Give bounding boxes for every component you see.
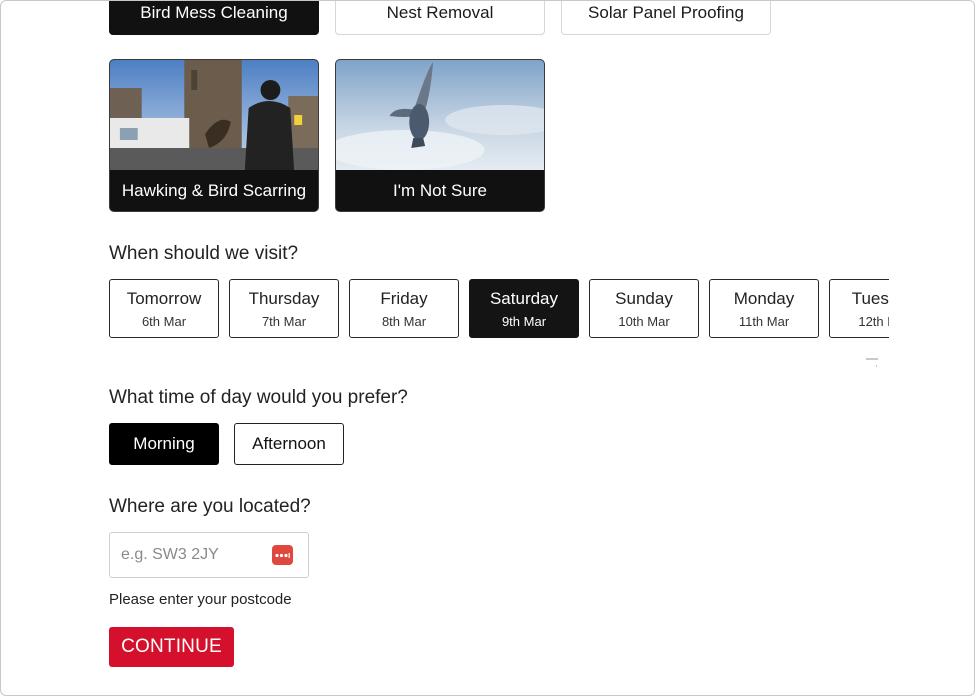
time-heading: What time of day would you prefer? (109, 387, 408, 408)
date-track: Tomorrow 6th Mar Thursday 7th Mar Friday 8th … (109, 279, 889, 338)
service-hawking-label: Hawking & Bird Scarring (110, 170, 318, 211)
date-option-sunday[interactable]: Sunday 10th Mar (589, 279, 699, 338)
page-frame: Bird Mess Cleaning Nest Removal Solar Pa… (0, 0, 975, 696)
date-date-label: 10th Mar (618, 313, 670, 329)
date-day-label: Monday (733, 288, 795, 308)
continue-button[interactable]: CONTINUE (109, 627, 234, 667)
date-date-label: 8th Mar (381, 313, 427, 329)
service-solar-panel-proofing[interactable]: Solar Panel Proofing (561, 1, 771, 35)
date-date-label: 7th Mar (261, 313, 307, 329)
service-not-sure-tile[interactable]: I'm Not Sure (335, 59, 545, 212)
date-day-label: Friday (380, 288, 428, 308)
date-picker-scroller[interactable]: Tomorrow 6th Mar Thursday 7th Mar Friday 8th … (109, 279, 889, 339)
date-date-label: 6th Mar (141, 313, 187, 329)
service-bird-mess-cleaning[interactable]: Bird Mess Cleaning (109, 1, 319, 35)
location-heading: Where are you located? (109, 496, 311, 517)
service-not-sure-label: I'm Not Sure (336, 170, 544, 211)
date-date-label: 11th Mar (738, 313, 790, 329)
service-hawking-tile[interactable]: Hawking & Bird Scarring (109, 59, 319, 212)
service-options-row: Bird Mess Cleaning Nest Removal Solar Pa… (109, 1, 771, 35)
postcode-input[interactable] (110, 533, 260, 577)
date-option-monday[interactable]: Monday 11th Mar (709, 279, 819, 338)
date-option-friday[interactable]: Friday 8th Mar (349, 279, 459, 338)
postcode-helper-text: Please enter your postcode (109, 591, 292, 608)
horizontal-scrollbar[interactable] (866, 358, 878, 360)
date-option-saturday[interactable]: Saturday 9th Mar (469, 279, 579, 338)
date-day-label: Thursday (248, 288, 320, 308)
pigeon-in-flight-photo (336, 60, 544, 172)
date-option-thursday[interactable]: Thursday 7th Mar (229, 279, 339, 338)
password-manager-icon[interactable] (272, 545, 293, 565)
time-options: Morning Afternoon (109, 423, 344, 465)
visit-heading: When should we visit? (109, 243, 299, 264)
service-image-tiles: Hawking & Bird Scarring I'm Not Sure (109, 59, 545, 212)
date-option-tuesday[interactable]: Tuesday 12th Mar (829, 279, 889, 338)
date-day-label: Saturday (489, 288, 559, 308)
date-date-label: 12th Mar (858, 313, 889, 329)
date-date-label: 9th Mar (501, 313, 547, 329)
service-nest-removal[interactable]: Nest Removal (335, 1, 545, 35)
time-morning-button[interactable]: Morning (109, 423, 219, 465)
date-day-label: Tomorrow (126, 288, 202, 308)
falconer-with-hawk-photo (110, 60, 318, 172)
scrollbar-end-mark (876, 365, 877, 367)
date-day-label: Tuesday (851, 288, 889, 308)
postcode-field[interactable] (109, 532, 309, 578)
date-day-label: Sunday (615, 288, 673, 308)
date-option-tomorrow[interactable]: Tomorrow 6th Mar (109, 279, 219, 338)
time-afternoon-button[interactable]: Afternoon (234, 423, 344, 465)
